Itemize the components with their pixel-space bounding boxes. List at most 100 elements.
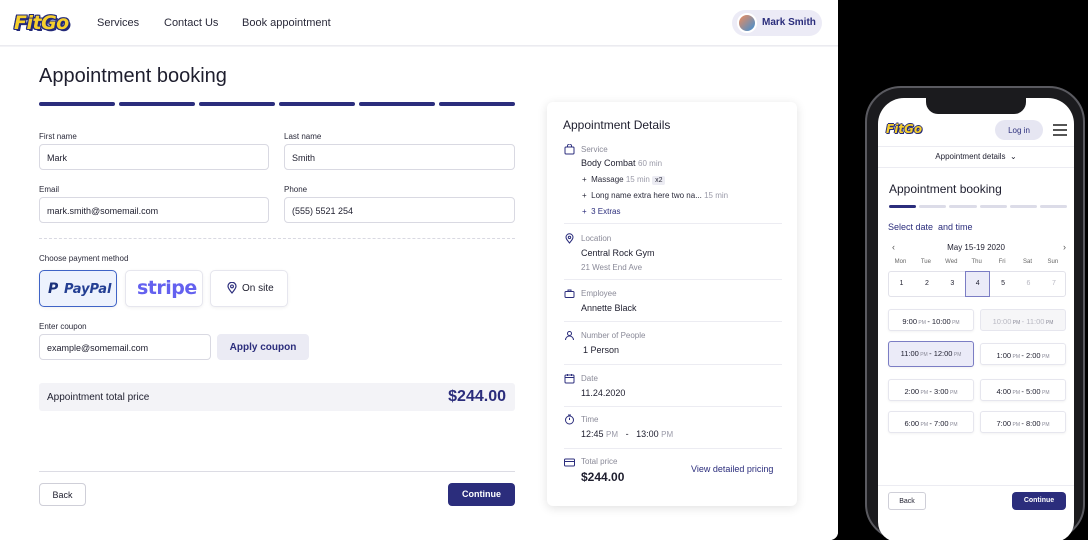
calendar-icon bbox=[564, 374, 575, 384]
time-slot: 10:00 PM - 11:00 PM bbox=[980, 309, 1066, 331]
main-content: Appointment booking First name Mark Last… bbox=[0, 47, 838, 540]
user-name: Mark Smith bbox=[762, 17, 816, 28]
appointment-details-dropdown[interactable]: Appointment details ⌄ bbox=[878, 152, 1074, 161]
calendar-month-label: May 15-19 2020 bbox=[947, 243, 1005, 252]
time-slot[interactable]: 7:00 PM - 8:00 PM bbox=[980, 411, 1066, 433]
time-slot[interactable]: 2:00 PM - 3:00 PM bbox=[888, 379, 974, 401]
phone-label: Phone bbox=[284, 185, 308, 194]
back-button[interactable]: Back bbox=[39, 483, 86, 506]
view-detailed-pricing-link[interactable]: View detailed pricing bbox=[691, 464, 773, 474]
payment-option-stripe[interactable]: stripe bbox=[125, 270, 203, 307]
weekday-label: Mon bbox=[894, 259, 907, 265]
payment-method-label: Choose payment method bbox=[39, 254, 129, 263]
shopping-bag-icon bbox=[564, 144, 575, 155]
date-cell[interactable]: 5 bbox=[991, 272, 1016, 296]
payment-option-on-site[interactable]: On site bbox=[210, 270, 288, 307]
people-value: 1 Person bbox=[583, 345, 620, 355]
paypal-icon: P bbox=[48, 281, 59, 297]
payment-option-paypal[interactable]: P PayPal bbox=[39, 270, 117, 307]
divider bbox=[878, 167, 1074, 168]
time-slot[interactable]: 9:00 PM - 10:00 PM bbox=[888, 309, 974, 331]
people-label: Number of People bbox=[581, 331, 646, 340]
divider bbox=[878, 146, 1074, 147]
employee-label: Employee bbox=[581, 289, 617, 298]
total-price-value: $244.00 bbox=[448, 388, 506, 405]
on-site-label: On site bbox=[242, 283, 274, 294]
mobile-screen: FitGo Log in Appointment details ⌄ Appoi… bbox=[878, 98, 1074, 540]
coupon-field[interactable]: example@somemail.com bbox=[39, 334, 211, 360]
date-cell[interactable]: 2 bbox=[914, 272, 939, 296]
next-week-button[interactable]: › bbox=[1063, 242, 1066, 252]
first-name-field[interactable]: Mark bbox=[39, 144, 269, 170]
total-price-bar: Appointment total price $244.00 bbox=[39, 383, 515, 411]
step-bar bbox=[979, 205, 1007, 208]
weekday-label: Thu bbox=[971, 259, 982, 265]
top-navbar: FitGo Services Contact Us Book appointme… bbox=[0, 0, 838, 46]
page-title: Appointment booking bbox=[39, 65, 227, 87]
location-label: Location bbox=[581, 234, 612, 243]
total-price-value: $244.00 bbox=[581, 470, 625, 484]
mobile-continue-button[interactable]: Continue bbox=[1012, 492, 1066, 510]
footer-divider bbox=[878, 485, 1074, 486]
date-cell[interactable]: 3 bbox=[940, 272, 965, 296]
briefcase-icon bbox=[564, 289, 575, 298]
weekday-label: Sat bbox=[1022, 259, 1032, 265]
total-price-label: Total price bbox=[581, 457, 618, 466]
phone-notch bbox=[926, 98, 1026, 114]
brand-logo[interactable]: FitGo bbox=[14, 12, 69, 34]
step-bar bbox=[359, 102, 435, 106]
date-value: 11.24.2020 bbox=[581, 388, 626, 398]
employee-name: Annette Black bbox=[581, 303, 637, 313]
last-name-label: Last name bbox=[284, 132, 322, 141]
time-slot[interactable]: 1:00 PM - 2:00 PM bbox=[980, 343, 1066, 365]
mobile-page-title: Appointment booking bbox=[889, 182, 1002, 196]
progress-steps bbox=[39, 102, 515, 106]
time-slot[interactable]: 4:00 PM - 5:00 PM bbox=[980, 379, 1066, 401]
phone-field[interactable]: (555) 5521 254 bbox=[284, 197, 515, 223]
service-value: Body Combat 60 min bbox=[581, 158, 663, 168]
apply-coupon-button[interactable]: Apply coupon bbox=[217, 334, 309, 360]
step-bar bbox=[889, 205, 917, 208]
date-label: Date bbox=[581, 374, 598, 383]
continue-button[interactable]: Continue bbox=[448, 483, 515, 506]
step-bar bbox=[279, 102, 355, 106]
date-cell[interactable]: 4 bbox=[965, 271, 991, 297]
credit-card-icon bbox=[564, 458, 575, 467]
card-divider bbox=[564, 406, 782, 407]
chevron-down-icon: ⌄ bbox=[1010, 152, 1017, 161]
step-bar bbox=[1039, 205, 1068, 208]
login-button[interactable]: Log in bbox=[995, 120, 1043, 140]
mobile-back-button[interactable]: Back bbox=[888, 492, 926, 510]
weekday-label: Wed bbox=[945, 259, 958, 265]
user-menu[interactable]: Mark Smith bbox=[732, 10, 822, 36]
time-slot[interactable]: 11:00 PM - 12:00 PM bbox=[888, 341, 974, 367]
hamburger-menu-icon[interactable] bbox=[1053, 124, 1067, 139]
email-field[interactable]: mark.smith@somemail.com bbox=[39, 197, 269, 223]
first-name-label: First name bbox=[39, 132, 77, 141]
total-price-label: Appointment total price bbox=[47, 392, 150, 403]
step-bar bbox=[199, 102, 275, 106]
appointment-details-card: Appointment Details Service Body Combat … bbox=[547, 102, 797, 506]
paypal-label: PayPal bbox=[64, 282, 112, 297]
step-bar bbox=[439, 102, 515, 106]
nav-book-appointment[interactable]: Book appointment bbox=[242, 17, 331, 29]
more-extras-link[interactable]: + 3 Extras bbox=[582, 207, 620, 216]
avatar bbox=[737, 13, 757, 33]
select-date-time-heading: Select date and time bbox=[888, 222, 973, 232]
stopwatch-icon bbox=[565, 414, 574, 425]
step-bar bbox=[949, 205, 977, 208]
nav-services[interactable]: Services bbox=[97, 17, 139, 29]
nav-contact-us[interactable]: Contact Us bbox=[164, 17, 218, 29]
location-address: 21 West End Ave bbox=[581, 263, 643, 272]
person-icon bbox=[565, 331, 574, 341]
date-cell: 7 bbox=[1051, 280, 1056, 287]
card-divider bbox=[564, 279, 782, 280]
location-pin-icon bbox=[227, 282, 237, 294]
last-name-field[interactable]: Smith bbox=[284, 144, 515, 170]
mobile-brand-logo[interactable]: FitGo bbox=[886, 122, 922, 136]
time-slot[interactable]: 6:00 PM - 7:00 PM bbox=[888, 411, 974, 433]
card-divider bbox=[564, 448, 782, 449]
email-label: Email bbox=[39, 185, 60, 194]
coupon-label: Enter coupon bbox=[39, 322, 87, 331]
date-cell[interactable]: 1 bbox=[889, 272, 914, 296]
